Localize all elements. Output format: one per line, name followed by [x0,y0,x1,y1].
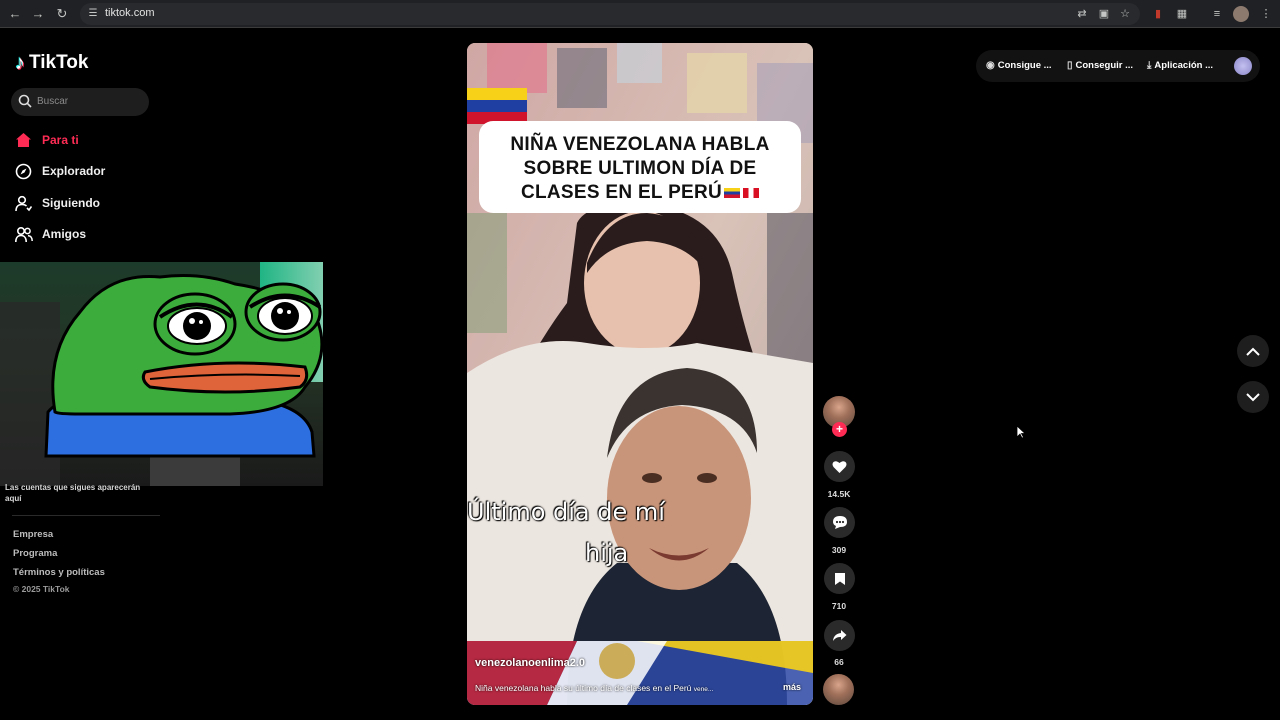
save-count: 710 [831,601,847,611]
home-icon [14,131,33,150]
like-button[interactable] [824,451,855,482]
search-placeholder: Buscar [37,96,69,107]
back-icon[interactable]: ← [6,5,24,23]
pepe-frog-icon [0,274,323,486]
chevron-down-icon [1246,392,1260,401]
reload-icon[interactable]: ↻ [53,5,71,23]
bookmark-star-icon[interactable]: ☆ [1117,6,1133,22]
chevron-up-icon [1246,347,1260,356]
video-info: venezolanoenlima2.0 Niña venezolana habl… [467,641,813,705]
share-arrow-icon [833,630,847,641]
nav-item-para-ti[interactable]: Para ti [14,129,79,151]
extensions-puzzle-icon[interactable]: ▦ [1174,6,1190,22]
stream-overlay-pepe [0,262,323,486]
nav-item-amigos[interactable]: Amigos [14,223,86,245]
sidebar-divider [12,515,160,516]
peru-flag-icon [743,187,760,198]
mouse-cursor-icon [1016,425,1026,439]
save-button[interactable] [824,563,855,594]
compass-icon [14,162,33,181]
heart-icon [832,460,847,473]
title-line: NIÑA VENEZOLANA HABLA [510,134,770,155]
comment-count: 309 [831,545,847,555]
sound-disc-avatar[interactable] [823,674,854,705]
video-player[interactable]: NIÑA VENEZOLANA HABLA SOBRE ULTIMON DÍA … [467,43,813,705]
get-app-button[interactable]: ▯ Conseguir ... [1067,60,1133,71]
profile-avatar[interactable] [1234,57,1252,75]
tiktok-logo[interactable]: ♪ TikTok [15,51,88,75]
nav-label: Para ti [42,133,79,147]
download-app-button[interactable]: ⤓ Aplicación ... [1147,60,1213,71]
video-title-overlay: NIÑA VENEZOLANA HABLA SOBRE ULTIMON DÍA … [479,121,801,213]
share-count: 66 [834,657,844,667]
nav-label: Amigos [42,227,87,241]
translate-icon[interactable]: ⇄ [1074,6,1090,22]
next-video-button[interactable] [1237,381,1269,413]
comment-icon [832,516,847,529]
comment-button[interactable] [824,507,855,538]
download-icon: ⤓ [1147,60,1152,71]
cast-icon[interactable]: ▣ [1096,6,1112,22]
address-bar[interactable]: ☰ tiktok.com [80,3,1140,25]
follow-plus-icon[interactable]: + [832,422,847,437]
bookmark-icon [834,572,845,585]
title-line: SOBRE ULTIMON DÍA DE [523,158,757,179]
following-icon [14,194,33,213]
previous-video-button[interactable] [1237,335,1269,367]
profile-avatar-icon[interactable] [1233,6,1249,22]
media-control-icon[interactable]: ≡ [1209,6,1225,22]
site-info-icon[interactable]: ☰ [86,7,100,21]
url-text: tiktok.com [105,7,155,19]
footer-link-empresa[interactable]: Empresa [13,529,53,540]
nav-item-explorador[interactable]: Explorador [14,160,105,182]
copyright: © 2025 TikTok [13,584,70,594]
video-subtitle-line-2: hija [585,539,629,567]
extension-icon[interactable]: ▮ [1150,6,1166,22]
search-input[interactable]: Buscar [11,88,149,116]
following-note: Las cuentas que sigues aparecerán aquí [5,483,141,503]
share-button[interactable] [824,620,855,651]
friends-icon [14,225,33,244]
tiktok-note-icon: ♪ [15,51,25,74]
logo-wordmark: TikTok [29,52,89,73]
venezuela-flag-icon [724,187,741,198]
phone-icon: ▯ [1067,60,1073,71]
nav-label: Explorador [42,164,106,178]
browser-toolbar: ← → ↻ ☰ tiktok.com ⇄ ▣ ☆ ▮ ▦ ≡ ⋮ [0,0,1280,28]
video-subtitle-line-1: Último día de mí [467,498,665,526]
like-count: 14.5K [827,489,851,499]
get-coins-button[interactable]: ◉ Consigue ... [986,60,1052,71]
more-link[interactable]: más [783,682,801,692]
title-line: CLASES EN EL PERÚ [485,181,795,205]
nav-item-siguiendo[interactable]: Siguiendo [14,192,100,214]
video-username[interactable]: venezolanoenlima2.0 [475,657,585,669]
forward-icon[interactable]: → [29,5,47,23]
search-icon [18,94,32,108]
menu-kebab-icon[interactable]: ⋮ [1258,6,1274,22]
coin-icon: ◉ [986,60,995,71]
nav-label: Siguiendo [42,196,100,210]
footer-link-programa[interactable]: Programa [13,548,57,559]
footer-link-terminos[interactable]: Términos y políticas [13,567,105,578]
video-description: Niña venezolana habla su último día de c… [475,683,714,693]
